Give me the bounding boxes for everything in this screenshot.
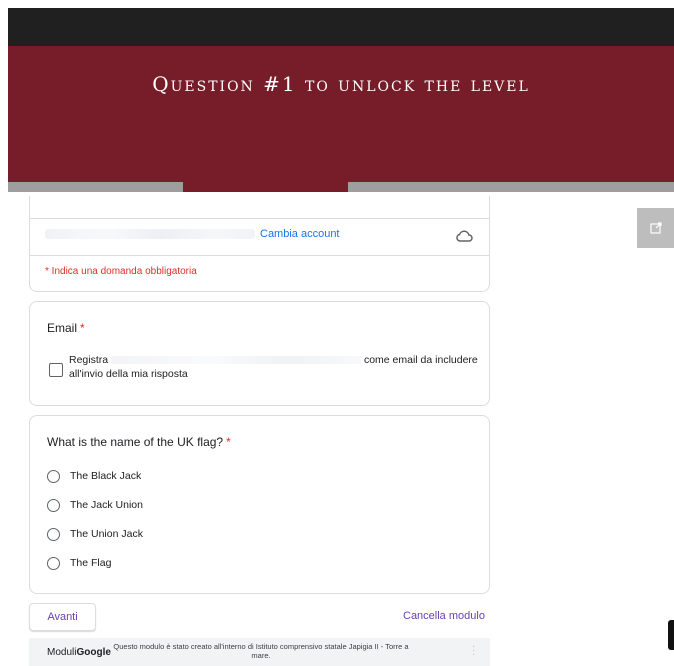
required-mark: * <box>226 435 231 449</box>
header-strip-left <box>8 182 183 192</box>
forms-logo-google: Google <box>76 647 111 658</box>
header-banner: Question #1 to unlock the level <box>8 46 674 182</box>
option-the-flag[interactable]: The Flag <box>47 553 111 573</box>
required-mark: * <box>80 321 85 335</box>
more-options-icon[interactable]: · · · <box>472 642 476 660</box>
flag-question-title: What is the name of the UK flag? * <box>47 435 231 449</box>
next-button[interactable]: Avanti <box>29 603 96 631</box>
header-strip-right <box>348 182 674 192</box>
email-question-label: Email <box>47 321 78 335</box>
form-title: Question #1 to unlock the level <box>152 72 530 96</box>
radio-button[interactable] <box>47 527 60 541</box>
record-email-checkbox[interactable] <box>49 363 63 377</box>
radio-button[interactable] <box>47 469 60 483</box>
required-note: * Indica una domanda obbligatoria <box>45 266 197 277</box>
option-the-union-jack[interactable]: The Union Jack <box>47 524 143 544</box>
option-the-black-jack[interactable]: The Black Jack <box>47 466 141 486</box>
window-edge <box>668 620 674 650</box>
flag-question-card: What is the name of the UK flag? * The Bl… <box>29 415 490 594</box>
flag-question-label: What is the name of the UK flag? <box>47 435 224 449</box>
forms-logo-moduli: Moduli <box>47 647 77 658</box>
radio-button[interactable] <box>47 498 60 512</box>
record-email-label: Registra come email da includere all'inv… <box>69 353 479 381</box>
account-row: Cambia account <box>30 218 489 256</box>
email-question-card: Email * Registra come email da includere … <box>29 301 490 406</box>
email-redacted <box>111 356 362 365</box>
email-question-title: Email * <box>47 321 85 335</box>
option-label: The Flag <box>70 557 112 569</box>
clear-form-button[interactable]: Cancella modulo <box>403 610 485 622</box>
header-strip-center <box>183 182 348 192</box>
record-email-prefix: Registra <box>69 354 109 366</box>
radio-button[interactable] <box>47 556 60 570</box>
top-bar <box>8 8 674 46</box>
footer-notice: Questo modulo è stato creato all'interno… <box>113 642 409 660</box>
option-label: The Union Jack <box>70 528 143 540</box>
account-card: Cambia account * Indica una domanda obbl… <box>29 196 490 292</box>
change-account-link[interactable]: Cambia account <box>260 228 340 240</box>
forms-logo: ModuliGoogle <box>47 647 111 658</box>
footer: ModuliGoogle Questo modulo è stato creat… <box>29 638 490 666</box>
side-open-button[interactable] <box>637 208 674 248</box>
account-email-redacted <box>45 229 255 239</box>
open-external-icon <box>649 222 662 234</box>
cloud-icon <box>456 230 473 242</box>
option-the-jack-union[interactable]: The Jack Union <box>47 495 143 515</box>
option-label: The Jack Union <box>70 499 143 511</box>
option-label: The Black Jack <box>70 470 142 482</box>
